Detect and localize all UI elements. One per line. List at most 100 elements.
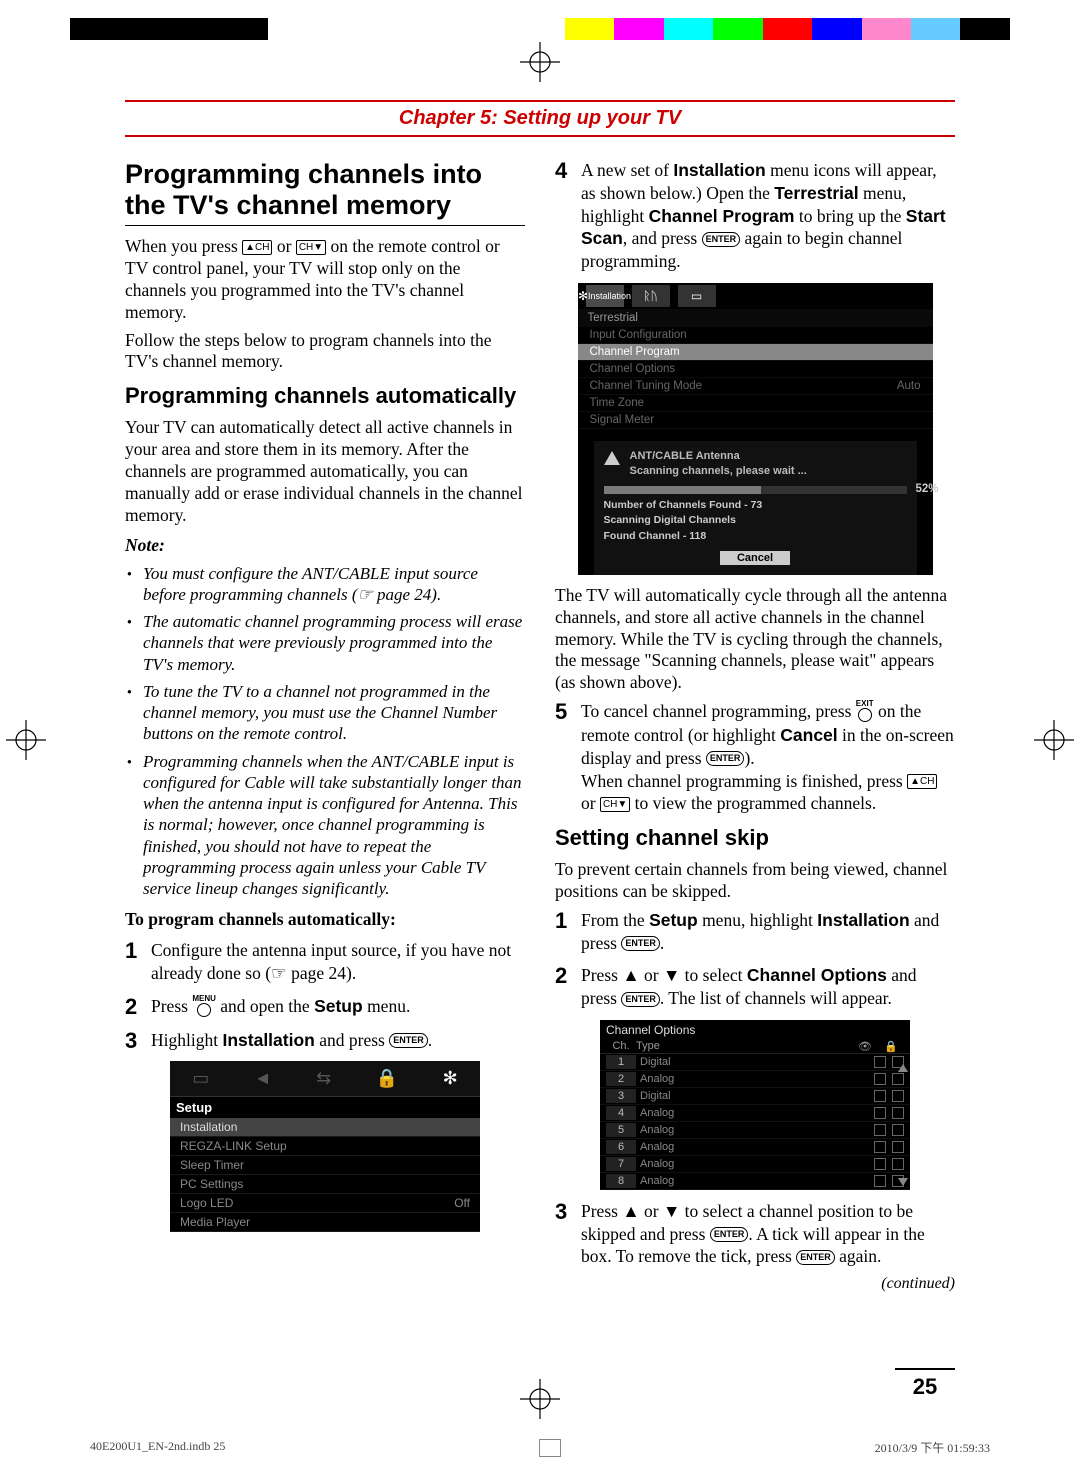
note-item: The automatic channel programming proces… [143, 611, 525, 675]
scroll-down-icon [898, 1178, 908, 1186]
continued-label: (continued) [555, 1274, 955, 1294]
intro-paragraph-2: Follow the steps below to program channe… [125, 330, 525, 374]
table-row: 3Digital [600, 1088, 910, 1105]
gear-icon: ✻ Installation [586, 285, 624, 307]
gear-icon: ✻ [443, 1068, 458, 1089]
note-label: Note: [125, 535, 525, 557]
menu-title: Setup [170, 1097, 480, 1118]
installation-menu-screenshot: ✻ Installation ᚱᚢ ▭ Terrestrial Input Co… [578, 283, 933, 575]
procedure-heading: To program channels automatically: [125, 909, 525, 931]
section-heading: Programming channels into the TV's chann… [125, 159, 525, 226]
enter-button-icon: ENTER [796, 1250, 835, 1265]
enter-button-icon: ENTER [706, 751, 745, 766]
table-row: 6Analog [600, 1139, 910, 1156]
enter-button-icon: ENTER [621, 992, 660, 1007]
note-item: You must configure the ANT/CABLE input s… [143, 563, 525, 606]
setup-menu-screenshot: ▭ ◄ ⇆ 🔒 ✻ Setup Installation REGZA-LINK … [170, 1061, 480, 1232]
ch-up-icon: ▲CH [907, 774, 937, 789]
menu-row: Channel Options [578, 361, 933, 378]
scan-message: Scanning channels, please wait ... [630, 464, 807, 479]
scan-stat: Found Channel - 118 [604, 529, 907, 545]
chapter-header: Chapter 5: Setting up your TV [125, 100, 955, 137]
menu-button-icon: MENU [192, 995, 216, 1017]
subsection-heading: Programming channels automatically [125, 383, 525, 409]
menu-row: Channel Program [578, 344, 933, 361]
eye-icon: 👁 [852, 1040, 878, 1053]
table-title: Channel Options [600, 1020, 910, 1040]
cancel-button: Cancel [720, 551, 790, 565]
progress-percent: 52% [915, 483, 938, 495]
tab-icon: ◄ [254, 1068, 272, 1089]
note-item: Programming channels when the ANT/CABLE … [143, 751, 525, 900]
registration-color-bar [70, 18, 1010, 40]
channel-options-screenshot: Channel Options Ch. Type 👁 🔒 1Digital2An… [600, 1020, 910, 1190]
antenna-icon: ᚱᚢ [632, 285, 670, 307]
table-row: 5Analog [600, 1122, 910, 1139]
steps-list-cont2: To cancel channel programming, press EXI… [555, 700, 955, 815]
scan-dialog: ANT/CABLE Antenna Scanning channels, ple… [594, 441, 917, 575]
step-item: From the Setup menu, highlight Installat… [555, 909, 955, 955]
menu-row: Channel Tuning ModeAuto [578, 378, 933, 395]
steps-list-cont: A new set of Installation menu icons wil… [555, 159, 955, 273]
scan-stat: Number of Channels Found - 73 [604, 498, 907, 514]
warning-icon [604, 451, 620, 465]
tab-icon: ▭ [192, 1068, 209, 1089]
subsection-heading: Setting channel skip [555, 825, 955, 851]
table-row: 7Analog [600, 1156, 910, 1173]
auto-intro: Your TV can automatically detect all act… [125, 417, 525, 526]
ch-down-icon: CH▼ [600, 797, 630, 812]
ch-up-icon: ▲CH [242, 240, 272, 255]
skip-intro: To prevent certain channels from being v… [555, 859, 955, 903]
steps-list: Configure the antenna input source, if y… [125, 939, 525, 1051]
col-header: Type [636, 1040, 852, 1053]
progress-bar: 52% [604, 486, 907, 494]
exit-button-icon: EXIT [856, 700, 874, 722]
enter-button-icon: ENTER [702, 232, 741, 247]
step-item: Press ▲ or ▼ to select a channel positio… [555, 1200, 955, 1268]
menu-row: Time Zone [578, 395, 933, 412]
left-column: Programming channels into the TV's chann… [125, 159, 525, 1300]
table-row: 4Analog [600, 1105, 910, 1122]
intro-paragraph: When you press ▲CH or CH▼ on the remote … [125, 236, 525, 324]
footer-filename: 40E200U1_EN-2nd.indb 25 [90, 1439, 225, 1457]
menu-row: Installation [170, 1118, 480, 1137]
skip-steps: From the Setup menu, highlight Installat… [555, 909, 955, 1010]
ch-down-icon: CH▼ [296, 240, 326, 255]
page-number: 25 [895, 1368, 955, 1400]
enter-button-icon: ENTER [710, 1227, 749, 1242]
col-header: Ch. [606, 1040, 636, 1053]
after-scan-paragraph: The TV will automatically cycle through … [555, 585, 955, 694]
scroll-up-icon [898, 1064, 908, 1072]
registration-mark-top [520, 42, 560, 82]
menu-row: Logo LEDOff [170, 1194, 480, 1213]
display-icon: ▭ [678, 285, 716, 307]
menu-row: Media Player [170, 1213, 480, 1232]
registration-mark-left [6, 720, 46, 760]
submenu-label: Terrestrial [578, 309, 933, 327]
menu-row: Input Configuration [578, 327, 933, 344]
enter-button-icon: ENTER [621, 936, 660, 951]
footer-timestamp: 2010/3/9 下午 01:59:33 [875, 1439, 990, 1457]
step-item: To cancel channel programming, press EXI… [555, 700, 955, 815]
table-row: 2Analog [600, 1071, 910, 1088]
step-item: A new set of Installation menu icons wil… [555, 159, 955, 273]
lock-icon: 🔒 [878, 1040, 904, 1053]
step-item: Configure the antenna input source, if y… [125, 939, 525, 985]
registration-mark-right [1034, 720, 1074, 760]
scan-header: ANT/CABLE Antenna [630, 449, 807, 464]
note-list: You must configure the ANT/CABLE input s… [125, 563, 525, 900]
menu-row: Signal Meter [578, 412, 933, 429]
table-row: 8Analog [600, 1173, 910, 1190]
step-item: Highlight Installation and press ENTER. [125, 1029, 525, 1052]
print-footer: 40E200U1_EN-2nd.indb 25 2010/3/9 下午 01:5… [90, 1439, 990, 1457]
table-row: 1Digital [600, 1054, 910, 1071]
menu-row: REGZA-LINK Setup [170, 1137, 480, 1156]
step-item: Press ▲ or ▼ to select Channel Options a… [555, 964, 955, 1010]
enter-button-icon: ENTER [389, 1033, 428, 1048]
tab-icon: 🔒 [376, 1068, 398, 1089]
skip-steps-cont: Press ▲ or ▼ to select a channel positio… [555, 1200, 955, 1268]
tab-icon: ⇆ [316, 1068, 331, 1089]
step-item: Press MENU and open the Setup menu. [125, 995, 525, 1019]
note-item: To tune the TV to a channel not programm… [143, 681, 525, 745]
menu-row: Sleep Timer [170, 1156, 480, 1175]
